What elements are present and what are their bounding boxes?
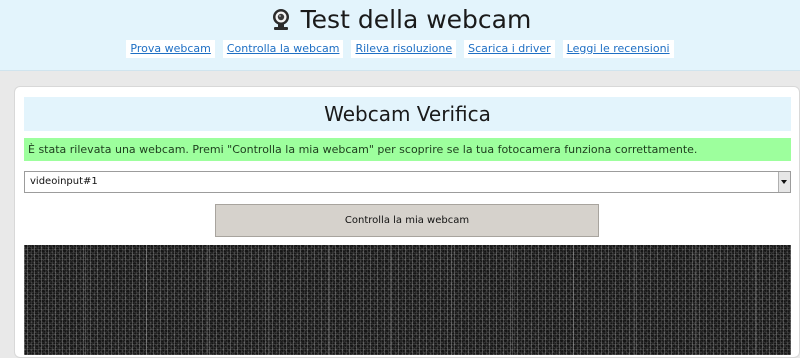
nav-link-scarica-driver[interactable]: Scarica i driver [464,40,555,58]
nav-link-rileva-risoluzione[interactable]: Rileva risoluzione [351,40,457,58]
nav-link-leggi-recensioni[interactable]: Leggi le recensioni [562,40,674,58]
nav-link-controlla-webcam[interactable]: Controlla la webcam [222,40,344,58]
check-webcam-button[interactable]: Controlla la mia webcam [215,204,599,237]
main-nav: Prova webcam Controlla la webcam Rileva … [0,40,800,58]
video-preview [24,245,791,355]
device-select[interactable]: videoinput#1 [24,171,791,193]
nav-link-prova-webcam[interactable]: Prova webcam [126,40,215,58]
webcam-icon [272,9,289,30]
device-select-value: videoinput#1 [30,176,98,187]
site-title-text: Test della webcam [300,5,532,34]
site-title: Test della webcam [0,4,800,36]
webcam-test-card: Webcam Verifica È stata rilevata una web… [14,86,800,358]
page-title: Webcam Verifica [24,97,791,131]
site-header: Test della webcam Prova webcam Controlla… [0,0,800,71]
status-banner: È stata rilevata una webcam. Premi "Cont… [24,138,791,161]
chevron-down-icon[interactable] [778,172,790,192]
